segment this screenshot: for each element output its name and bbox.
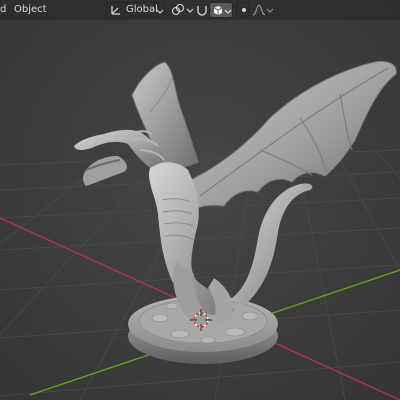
transform-orientation-dropdown[interactable]: Global bbox=[106, 2, 166, 18]
chevron-down-icon bbox=[156, 9, 164, 14]
falloff-dropdown[interactable] bbox=[252, 2, 274, 18]
chevron-down-icon bbox=[266, 8, 274, 13]
proportional-editing-toggle[interactable] bbox=[236, 2, 250, 18]
falloff-curve-icon bbox=[252, 4, 266, 16]
viewport-scene[interactable] bbox=[0, 0, 400, 400]
orientation-label: Global bbox=[126, 4, 158, 15]
object-menu[interactable]: Object bbox=[14, 3, 47, 17]
proportional-editing-icon bbox=[242, 8, 246, 12]
pivot-point-icon bbox=[171, 3, 185, 16]
chevron-down-icon bbox=[224, 9, 232, 14]
transform-orientation-icon bbox=[111, 6, 120, 15]
3d-viewport[interactable]: d Object Global bbox=[0, 0, 400, 400]
pivot-point-dropdown[interactable] bbox=[170, 2, 196, 18]
viewport-header: d Object Global bbox=[0, 0, 400, 20]
chevron-down-icon bbox=[186, 8, 194, 13]
snap-target-dropdown[interactable] bbox=[209, 2, 233, 18]
snap-toggle[interactable] bbox=[196, 2, 208, 18]
snap-magnet-icon bbox=[197, 6, 207, 16]
mode-menu[interactable]: d bbox=[0, 3, 6, 17]
